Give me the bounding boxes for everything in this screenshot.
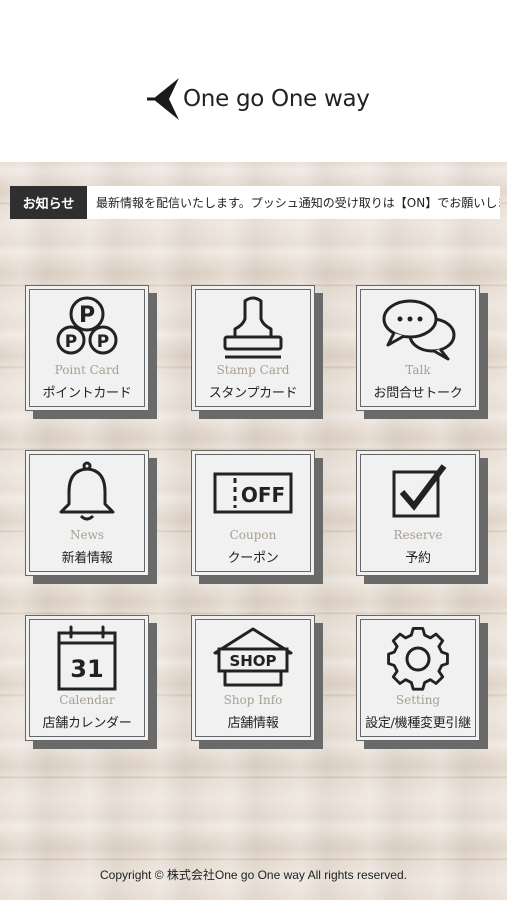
tile-jp-label: 店舗カレンダー [42, 716, 132, 731]
tile-jp-label: ポイントカード [42, 386, 132, 401]
gear-icon [387, 626, 449, 691]
tile-point-card[interactable]: P P P Point Card ポイントカード [25, 285, 157, 419]
tile-en-label: Setting [395, 693, 441, 707]
tile-en-label: Shop Info [223, 693, 283, 707]
point-card-icon: P P P [56, 296, 118, 355]
tile-en-label: Point Card [54, 363, 120, 377]
tile-jp-label: お問合せトーク [373, 386, 463, 401]
tile-en-label: Talk [405, 363, 431, 377]
app-header: One go One way [0, 0, 507, 162]
checkbox-icon [392, 464, 447, 518]
coupon-off-text: OFF [241, 483, 285, 507]
bell-icon [59, 461, 115, 521]
stamp-icon [223, 296, 283, 359]
tile-jp-label: 設定/機種変更引継 [365, 716, 471, 731]
tile-stamp-card[interactable]: Stamp Card スタンプカード [191, 285, 323, 419]
logo-arrow-icon [147, 78, 179, 120]
coupon-icon: OFF [213, 472, 293, 514]
calendar-icon: 31 [57, 625, 117, 691]
tile-en-label: Reserve [393, 528, 443, 542]
svg-text:P: P [97, 332, 109, 352]
tile-en-label: News [69, 528, 105, 542]
tile-jp-label: 店舗情報 [227, 716, 279, 731]
tile-setting[interactable]: Setting 設定/機種変更引継 [356, 615, 488, 749]
tile-reserve[interactable]: Reserve 予約 [356, 450, 488, 584]
tile-jp-label: クーポン [227, 551, 279, 566]
tile-en-label: Coupon [229, 528, 277, 542]
chat-bubbles-icon [382, 299, 456, 361]
news-text: 最新情報を配信いたします。プッシュ通知の受け取りは【ON】でお願いします。 [96, 196, 500, 210]
svg-text:P: P [79, 303, 95, 328]
tile-jp-label: 新着情報 [61, 551, 113, 566]
tile-shop-info[interactable]: SHOP Shop Info 店舗情報 [191, 615, 323, 749]
brand-name: One go One way [183, 86, 370, 112]
tile-en-label: Calendar [59, 693, 115, 707]
main-panel: お知らせ 最新情報を配信いたします。プッシュ通知の受け取りは【ON】でお願いしま… [0, 162, 507, 900]
tile-news[interactable]: News 新着情報 [25, 450, 157, 584]
tile-jp-label: 予約 [405, 551, 431, 566]
calendar-day-text: 31 [70, 655, 103, 683]
brand-logo: One go One way [143, 76, 370, 122]
tile-jp-label: スタンプカード [208, 386, 298, 401]
copyright-text: Copyright © 株式会社One go One way All right… [100, 868, 407, 882]
tile-talk[interactable]: Talk お問合せトーク [356, 285, 488, 419]
svg-text:P: P [65, 332, 77, 352]
news-ticker[interactable]: お知らせ 最新情報を配信いたします。プッシュ通知の受け取りは【ON】でお願いしま… [10, 186, 500, 219]
shop-sign-text: SHOP [229, 652, 276, 670]
tile-calendar[interactable]: 31 Calendar 店舗カレンダー [25, 615, 157, 749]
news-label: お知らせ [10, 186, 87, 219]
tile-coupon[interactable]: OFF Coupon クーポン [191, 450, 323, 584]
tile-en-label: Stamp Card [216, 363, 290, 377]
shop-icon: SHOP [213, 627, 293, 687]
